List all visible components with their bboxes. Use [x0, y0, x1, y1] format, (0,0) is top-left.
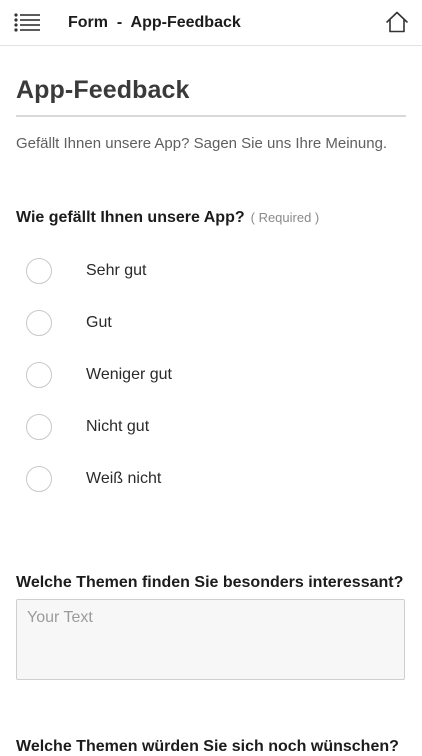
radio-option-nicht-gut[interactable]: Nicht gut [26, 412, 406, 444]
radio-option-weniger-gut[interactable]: Weniger gut [26, 360, 406, 392]
radio-button[interactable] [26, 258, 52, 284]
radio-option-sehr-gut[interactable]: Sehr gut [26, 256, 406, 288]
radio-button[interactable] [26, 414, 52, 440]
radio-option-gut[interactable]: Gut [26, 308, 406, 340]
question-rating-label: Wie gefällt Ihnen unsere App? [16, 209, 245, 226]
radio-option-label: Sehr gut [86, 262, 147, 279]
topics-interesting-field[interactable] [16, 599, 405, 680]
question-topics-wished: Welche Themen würden Sie sich noch wünsc… [16, 738, 399, 756]
radio-option-label: Nicht gut [86, 418, 150, 435]
title-divider [16, 115, 406, 117]
list-menu-icon[interactable] [14, 13, 40, 32]
radio-option-label: Weniger gut [86, 366, 172, 383]
page-title: App-Feedback [16, 76, 190, 104]
top-bar: Form - App-Feedback [0, 0, 422, 46]
header-title: Form - App-Feedback [68, 14, 241, 31]
question-topics-interesting: Welche Themen finden Sie besonders inter… [16, 574, 403, 592]
question-rating: Wie gefällt Ihnen unsere App? ( Required … [16, 209, 319, 227]
radio-option-label: Gut [86, 314, 112, 331]
question-topics-interesting-label: Welche Themen finden Sie besonders inter… [16, 574, 404, 591]
question-topics-wished-label: Welche Themen würden Sie sich noch wünsc… [16, 738, 399, 755]
required-badge: ( Required ) [250, 210, 320, 225]
page-description: Gefällt Ihnen unsere App? Sagen Sie uns … [16, 135, 388, 152]
home-icon[interactable] [385, 10, 409, 34]
radio-option-weiss-nicht[interactable]: Weiß nicht [26, 464, 406, 496]
radio-button[interactable] [26, 362, 52, 388]
radio-button[interactable] [26, 466, 52, 492]
radio-option-label: Weiß nicht [86, 470, 162, 487]
radio-button[interactable] [26, 310, 52, 336]
